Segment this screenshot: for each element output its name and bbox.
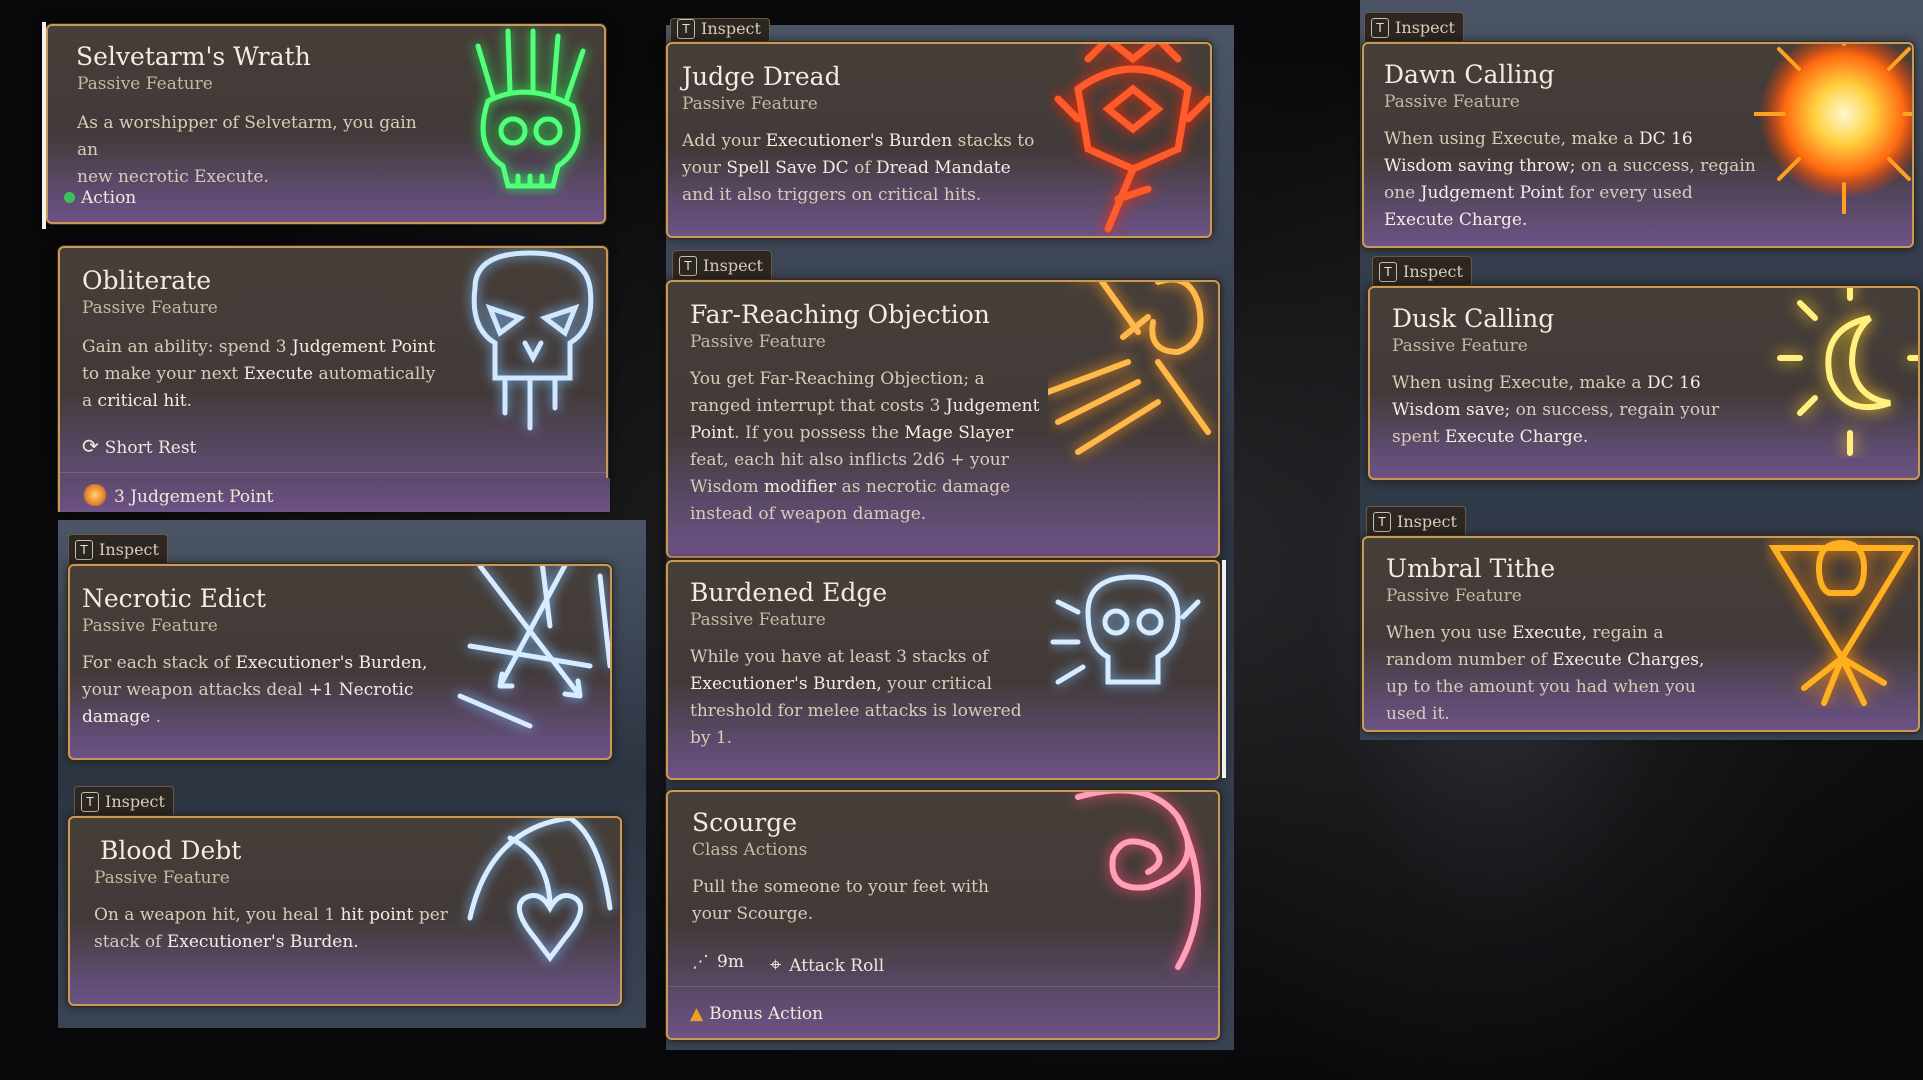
tooltip-dawn-calling[interactable]: Dawn Calling Passive Feature When using …	[1362, 42, 1914, 248]
blue-skull-icon	[1050, 574, 1201, 685]
tooltip-description: When you use Execute, regain a random nu…	[1386, 623, 1705, 724]
range-icon: ⋰	[692, 952, 709, 972]
tooltip-title: Necrotic Edict	[82, 584, 266, 613]
recharge-info: ⟳ Short Rest	[82, 434, 197, 458]
tooltip-dusk-calling[interactable]: Dusk Calling Passive Feature When using …	[1368, 286, 1920, 480]
tooltip-title: Dusk Calling	[1392, 304, 1555, 333]
tooltip-subtitle: Passive Feature	[1384, 92, 1520, 112]
burdened-edge-edge-line	[1222, 560, 1226, 778]
divider	[668, 986, 1218, 987]
inspect-button[interactable]: T Inspect	[670, 18, 770, 42]
tooltip-subtitle: Class Actions	[692, 840, 808, 860]
whip-spiral-icon	[1075, 792, 1201, 970]
inspect-button[interactable]: T Inspect	[672, 250, 772, 280]
action-type: Action	[64, 188, 136, 208]
tooltip-title: Judge Dread	[682, 62, 841, 91]
inspect-key: T	[679, 256, 697, 276]
tooltip-subtitle: Passive Feature	[682, 94, 818, 114]
tooltip-subtitle: Passive Feature	[94, 868, 230, 888]
judgement-point-icon	[82, 484, 108, 506]
tooltip-subtitle: Passive Feature	[82, 298, 218, 318]
tooltip-description: When using Execute, make a DC 16 Wisdom …	[1384, 129, 1756, 230]
tooltip-subtitle: Passive Feature	[82, 616, 218, 636]
divider	[60, 472, 606, 473]
inspect-key: T	[75, 540, 93, 560]
tooltip-obliterate[interactable]: Obliterate Passive Feature Gain an abili…	[58, 246, 608, 510]
inspect-button[interactable]: T Inspect	[74, 786, 174, 816]
tooltip-title: Burdened Edge	[690, 578, 888, 607]
inspect-key: T	[1373, 512, 1391, 532]
inspect-key: T	[1379, 262, 1397, 282]
skull-triangle-icon	[1768, 539, 1915, 706]
tooltip-title: Dawn Calling	[1384, 60, 1555, 89]
tooltip-subtitle: Passive Feature	[690, 610, 826, 630]
tooltip-judge-dread[interactable]: Judge Dread Passive Feature Add your Exe…	[666, 42, 1212, 238]
tooltip-selvetarms-wrath[interactable]: Selvetarm's Wrath Passive Feature As a w…	[46, 24, 606, 224]
tooltip-subtitle: Passive Feature	[690, 332, 826, 352]
tooltip-title: Blood Debt	[100, 836, 242, 865]
tooltip-description: You get Far-Reaching Objection; a ranged…	[690, 369, 1040, 524]
selvetarm-edge-line	[42, 22, 46, 229]
roll-info: ⌖ Attack Roll	[770, 952, 885, 976]
dripping-skull-icon	[471, 250, 594, 431]
tooltip-description: Pull the someone to your feet with your …	[692, 877, 989, 924]
red-helm-icon	[1054, 44, 1210, 233]
tooltip-description: On a weapon hit, you heal 1 hit point pe…	[94, 905, 448, 952]
tooltip-description: Gain an ability: spend 3 Judgement Point…	[82, 337, 436, 411]
tooltip-title: Obliterate	[82, 266, 212, 295]
inspect-key: T	[677, 19, 695, 39]
tooltip-scourge[interactable]: Scourge Class Actions Pull the someone t…	[666, 790, 1220, 1040]
short-rest-icon: ⟳	[82, 434, 99, 458]
sword-hand-icon	[1048, 282, 1211, 455]
tooltip-title: Scourge	[692, 808, 798, 837]
bonus-action-triangle-icon: ▲	[690, 1004, 704, 1024]
tooltip-burdened-edge[interactable]: Burdened Edge Passive Feature While you …	[666, 560, 1220, 780]
crosshair-icon: ⌖	[770, 952, 782, 976]
tooltip-far-reaching-objection[interactable]: Far-Reaching Objection Passive Feature Y…	[666, 280, 1220, 558]
tooltip-description: Add your Executioner's Burden stacks to …	[682, 131, 1035, 205]
inspect-key: T	[1371, 18, 1389, 38]
inspect-button[interactable]: T Inspect	[1364, 12, 1464, 42]
green-skull-icon	[475, 28, 586, 189]
moon-sun-icon	[1777, 288, 1918, 456]
tooltip-necrotic-edict[interactable]: Necrotic Edict Passive Feature For each …	[68, 564, 612, 760]
tooltip-description: As a worshipper of Selvetarm, you gain a…	[77, 113, 417, 187]
tooltip-title: Selvetarm's Wrath	[76, 42, 311, 71]
action-type: ▲ Bonus Action	[690, 1004, 824, 1024]
action-dot-icon	[64, 192, 75, 203]
inspect-button[interactable]: T Inspect	[1366, 506, 1466, 536]
range-info: ⋰ 9m	[692, 952, 744, 972]
tooltip-subtitle: Passive Feature	[1392, 336, 1528, 356]
inspect-button[interactable]: T Inspect	[1372, 256, 1472, 286]
tooltip-subtitle: Passive Feature	[77, 74, 213, 94]
cost-info: 3 Judgement Point	[82, 484, 273, 507]
tooltip-subtitle: Passive Feature	[1386, 586, 1522, 606]
tooltip-title: Umbral Tithe	[1386, 554, 1556, 583]
obliterate-cost-bar: 3 Judgement Point	[58, 478, 610, 512]
tooltip-description: While you have at least 3 stacks of Exec…	[690, 647, 1022, 748]
scythe-heart-icon	[467, 818, 613, 963]
inspect-key: T	[81, 792, 99, 812]
tooltip-description: For each stack of Executioner's Burden, …	[82, 653, 428, 727]
tooltip-umbral-tithe[interactable]: Umbral Tithe Passive Feature When you us…	[1362, 536, 1920, 732]
inspect-button[interactable]: T Inspect	[68, 534, 168, 564]
tooltip-blood-debt[interactable]: Blood Debt Passive Feature On a weapon h…	[68, 816, 622, 1006]
sun-icon	[1754, 44, 1912, 214]
crossed-arrows-icon	[457, 566, 610, 729]
tooltip-description: When using Execute, make a DC 16 Wisdom …	[1392, 373, 1720, 447]
tooltip-title: Far-Reaching Objection	[690, 300, 990, 329]
